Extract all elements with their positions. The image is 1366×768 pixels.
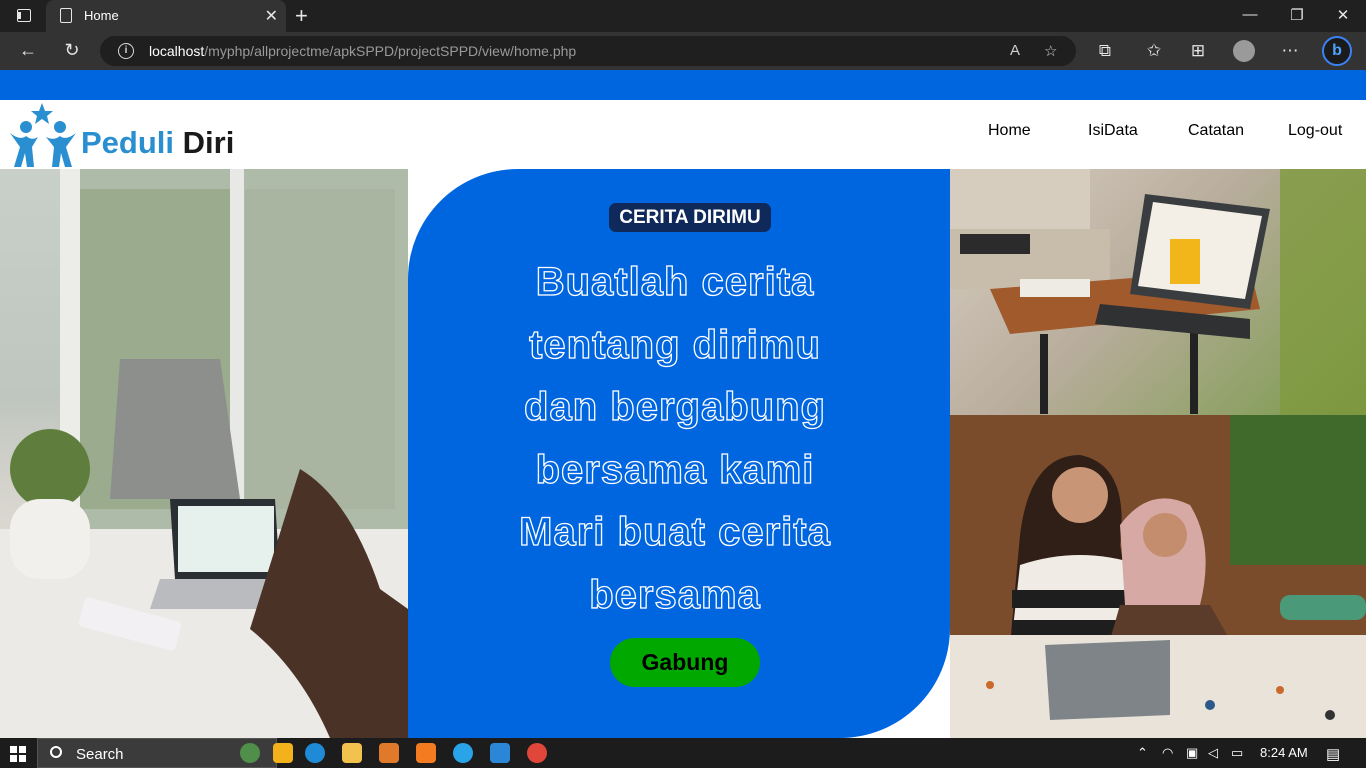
hero-photo-laptop-window (0, 169, 410, 738)
headline-line: Buatlah cerita (535, 259, 815, 304)
web-page: Peduli Diri Home IsiData Catatan Log-out (0, 70, 1366, 738)
windows-start-icon[interactable] (10, 746, 26, 762)
sublime-text-icon[interactable] (379, 743, 399, 763)
hero-headline: Buatlah cerita tentang dirimu dan bergab… (430, 251, 920, 626)
browser-tab-bar: Home ✕ + — ❐ ✕ (0, 0, 1366, 32)
join-button[interactable]: Gabung (610, 638, 760, 687)
nav-catatan[interactable]: Catatan (1188, 122, 1244, 140)
headline-line: bersama (589, 572, 761, 617)
profile-avatar[interactable] (1233, 40, 1255, 62)
site-header: Peduli Diri Home IsiData Catatan Log-out (0, 100, 1366, 169)
headline-line: Mari buat cerita (519, 509, 831, 554)
favorites-icon[interactable]: ✩ (1143, 41, 1165, 61)
widgets-icon[interactable] (273, 743, 293, 763)
hero-photo-two-women (950, 415, 1366, 738)
read-aloud-icon[interactable]: A (1010, 42, 1020, 59)
meet-icon[interactable]: ▣ (1186, 745, 1198, 761)
new-tab-icon[interactable]: + (295, 3, 308, 29)
battery-icon[interactable]: ▭ (1231, 745, 1243, 761)
refresh-icon[interactable]: ↻ (60, 40, 84, 61)
edge-icon[interactable] (305, 743, 325, 763)
nav-logout[interactable]: Log-out (1288, 122, 1342, 140)
page-icon (60, 8, 72, 23)
wifi-icon[interactable]: ◠ (1162, 745, 1173, 761)
collections-icon[interactable]: ⊞ (1187, 41, 1209, 61)
headline-line: tentang dirimu (528, 322, 821, 367)
url-text[interactable]: localhost/myphp/allprojectme/apkSPPD/pro… (149, 43, 576, 59)
browser-toolbar: ← ↻ i localhost/myphp/allprojectme/apkSP… (0, 32, 1366, 70)
browser-tab-home[interactable]: Home ✕ (46, 0, 286, 32)
close-window-icon[interactable]: ✕ (1333, 6, 1353, 24)
windows-taskbar: Search ⌃ ◠ ▣ ◁ ▭ 8:24 AM ▤ (0, 738, 1366, 768)
extensions-icon[interactable]: ⧉ (1094, 41, 1116, 61)
volume-icon[interactable]: ◁ (1208, 745, 1218, 761)
info-icon[interactable]: i (118, 43, 134, 59)
minimize-icon[interactable]: — (1240, 6, 1260, 23)
chrome-icon[interactable] (527, 743, 547, 763)
site-logo[interactable]: Peduli Diri (8, 103, 248, 167)
file-explorer-icon[interactable] (342, 743, 362, 763)
restore-icon[interactable]: ❐ (1287, 6, 1307, 24)
hero-photo-laptop-table (950, 169, 1366, 415)
close-tab-icon[interactable]: ✕ (265, 6, 278, 26)
clock-time[interactable]: 8:24 AM (1260, 745, 1308, 760)
headline-line: bersama kami (535, 447, 815, 492)
logo-wordmark: Peduli Diri (81, 125, 235, 160)
xampp-icon[interactable] (416, 743, 436, 763)
nav-isidata[interactable]: IsiData (1088, 122, 1138, 140)
hero-badge: CERITA DIRIMU (609, 203, 771, 232)
vscode-icon[interactable] (490, 743, 510, 763)
more-menu-icon[interactable]: ⋯ (1279, 41, 1301, 61)
tray-chevron-icon[interactable]: ⌃ (1137, 745, 1148, 761)
address-bar[interactable]: i localhost/myphp/allprojectme/apkSPPD/p… (100, 36, 1076, 66)
search-icon (50, 746, 62, 758)
tab-actions-icon[interactable] (10, 7, 38, 25)
search-label: Search (76, 746, 124, 763)
bing-copilot-icon[interactable]: b (1322, 36, 1352, 66)
headline-line: dan bergabung (523, 384, 826, 429)
top-color-strip (0, 70, 1366, 100)
hero-section: CERITA DIRIMU Buatlah cerita tentang dir… (0, 169, 1366, 738)
notifications-icon[interactable]: ▤ (1326, 745, 1340, 763)
app-icon[interactable] (453, 743, 473, 763)
back-icon[interactable]: ← (16, 40, 40, 61)
nav-home[interactable]: Home (988, 122, 1031, 140)
weather-widget-icon[interactable] (240, 743, 260, 763)
tab-title: Home (84, 8, 119, 23)
people-logo-icon (10, 103, 76, 167)
add-favorite-icon[interactable]: ☆ (1044, 42, 1057, 60)
